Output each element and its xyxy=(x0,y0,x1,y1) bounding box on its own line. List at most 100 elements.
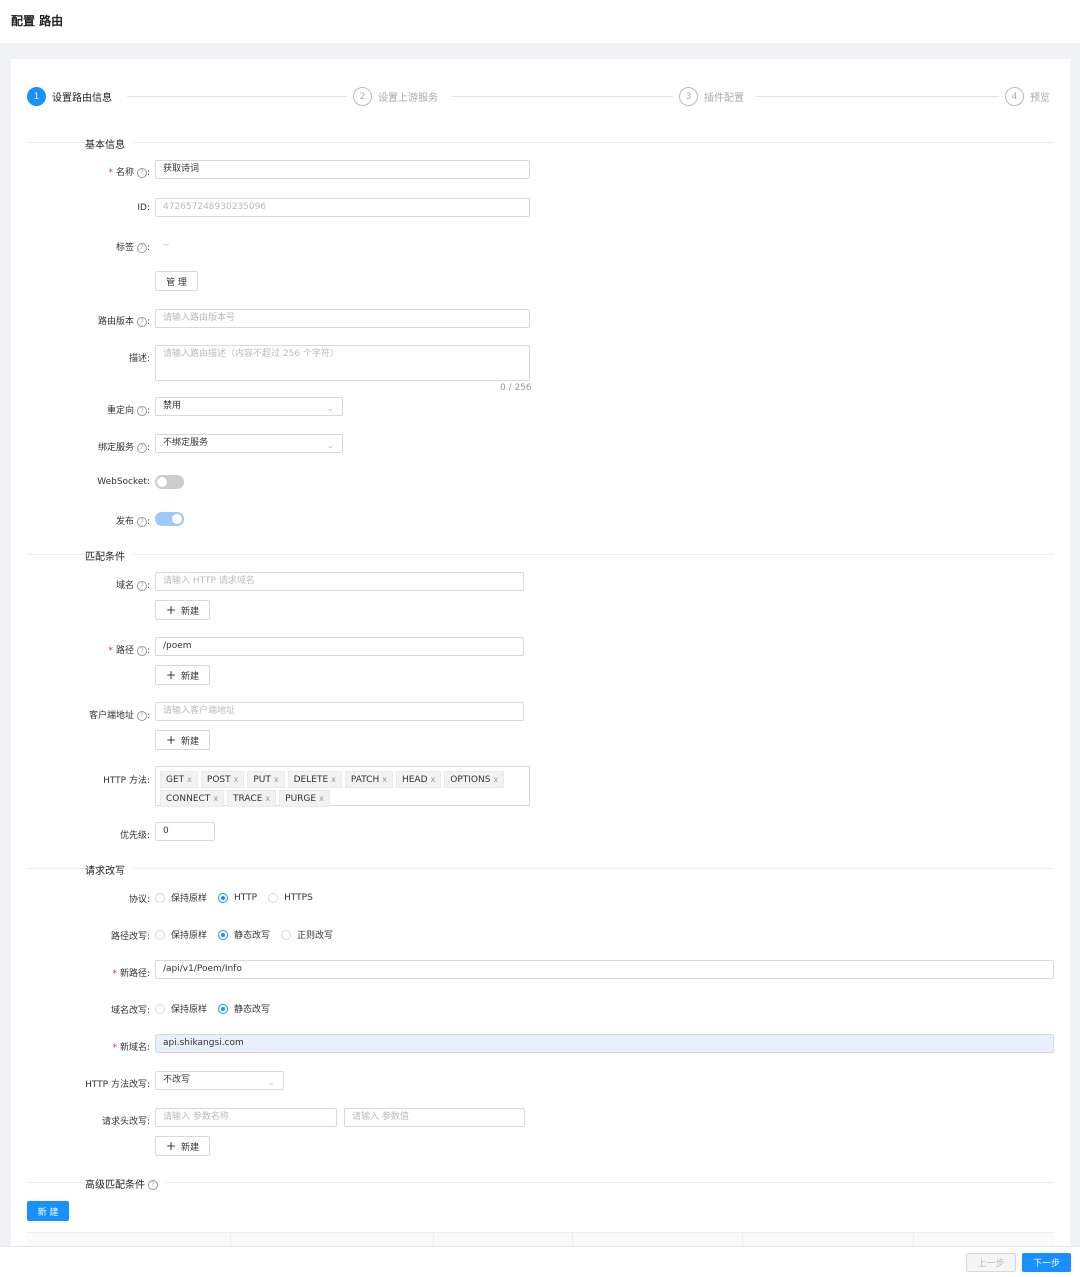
close-icon[interactable]: x xyxy=(382,775,387,784)
close-icon[interactable]: x xyxy=(274,775,279,784)
http-method-tag-label: PUT xyxy=(253,775,271,785)
priority-label: 优先级: xyxy=(119,831,150,841)
labels-label: 标签?: xyxy=(115,242,150,253)
http-method-tag: GET x xyxy=(160,771,198,788)
path-input[interactable]: /poem xyxy=(155,637,524,656)
description-textarea[interactable]: 请输入路由描述（内容不超过 256 个字符） xyxy=(155,345,530,381)
step-1-label: 设置路由信息 xyxy=(52,93,112,104)
host-rewrite-keep-radio[interactable]: 保持原样 xyxy=(155,1002,207,1015)
path-rewrite-radio-group: 保持原样 静态改写 正则改写 xyxy=(155,928,344,941)
websocket-toggle[interactable] xyxy=(155,475,184,489)
add-host-button[interactable]: + 新建 xyxy=(155,600,210,620)
new-host-input[interactable]: api.shikangsi.com xyxy=(155,1034,1054,1053)
step-3[interactable]: 3 插件配置 xyxy=(679,87,744,106)
method-rewrite-select[interactable]: 不改写 ⌄ xyxy=(155,1071,284,1090)
http-method-tag-label: TRACE xyxy=(233,794,263,804)
http-method-tag-label: GET xyxy=(166,775,185,785)
http-method-tag: OPTIONS x xyxy=(444,771,505,788)
path-label: * 路径?: xyxy=(108,645,150,656)
step-2-label: 设置上游服务 xyxy=(378,93,438,104)
host-input[interactable]: 请输入 HTTP 请求域名 xyxy=(155,572,524,591)
previous-step-button[interactable]: 上一步 xyxy=(966,1253,1016,1272)
close-icon[interactable]: x xyxy=(319,794,324,803)
http-methods-label: HTTP 方法: xyxy=(103,776,150,786)
redirect-label: 重定向?: xyxy=(106,405,150,416)
section-basic-info: 基本信息 xyxy=(27,136,1054,151)
plus-icon: + xyxy=(165,1139,177,1153)
host-rewrite-radio-group: 保持原样 静态改写 xyxy=(155,1002,281,1015)
protocol-radio-group: 保持原样 HTTP HTTPS xyxy=(155,891,324,904)
path-rewrite-keep-radio[interactable]: 保持原样 xyxy=(155,928,207,941)
path-rewrite-regex-radio[interactable]: 正则改写 xyxy=(281,928,333,941)
close-icon[interactable]: x xyxy=(234,775,239,784)
help-icon: ? xyxy=(136,710,147,721)
help-icon: ? xyxy=(136,580,147,591)
close-icon[interactable]: x xyxy=(213,794,218,803)
bind-service-select[interactable]: 不绑定服务 ⌄ xyxy=(155,434,343,453)
header-value-input[interactable]: 请输入 参数值 xyxy=(344,1108,525,1127)
add-header-button[interactable]: + 新建 xyxy=(155,1136,210,1156)
priority-input[interactable]: 0 xyxy=(155,822,215,841)
path-rewrite-label: 路径改写: xyxy=(110,932,150,942)
http-method-tag: PATCH x xyxy=(344,771,393,788)
description-label: 描述: xyxy=(128,354,150,364)
section-title: 基本信息 xyxy=(85,136,133,151)
chevron-down-icon: ⌄ xyxy=(267,1078,275,1088)
step-4[interactable]: 4 预览 xyxy=(1005,87,1050,106)
step-4-number: 4 xyxy=(1005,87,1024,106)
http-methods-select[interactable]: GET x POST x PUT x DELETE x PATCH x HEAD x OPTIONS x C… xyxy=(155,766,530,807)
publish-toggle[interactable] xyxy=(155,512,184,526)
protocol-keep-radio[interactable]: 保持原样 xyxy=(155,891,207,904)
add-client-address-button[interactable]: + 新建 xyxy=(155,730,210,750)
version-input[interactable]: 请输入路由版本号 xyxy=(155,309,530,328)
http-method-tag: HEAD x xyxy=(395,771,442,788)
protocol-http-radio[interactable]: HTTP xyxy=(218,892,257,903)
step-1[interactable]: 1 设置路由信息 xyxy=(27,87,112,106)
add-path-button[interactable]: + 新建 xyxy=(155,665,210,685)
http-method-tag-label: PATCH xyxy=(350,775,380,785)
step-2[interactable]: 2 设置上游服务 xyxy=(353,87,438,106)
close-icon[interactable]: x xyxy=(431,775,436,784)
http-method-tag: POST x xyxy=(200,771,245,788)
websocket-label: WebSocket: xyxy=(97,477,150,487)
step-2-number: 2 xyxy=(353,87,372,106)
protocol-https-radio[interactable]: HTTPS xyxy=(268,892,313,903)
http-method-tag-label: POST xyxy=(206,775,231,785)
plus-icon: + xyxy=(165,603,177,617)
path-rewrite-static-radio[interactable]: 静态改写 xyxy=(218,928,270,941)
close-icon[interactable]: x xyxy=(187,775,192,784)
close-icon[interactable]: x xyxy=(331,775,336,784)
header-name-input[interactable]: 请输入 参数名称 xyxy=(155,1108,337,1127)
step-divider xyxy=(127,96,347,97)
help-icon: ? xyxy=(136,405,147,416)
http-method-tag: PUT x xyxy=(247,771,285,788)
help-icon: ? xyxy=(136,442,147,453)
host-rewrite-static-radio[interactable]: 静态改写 xyxy=(218,1002,270,1015)
http-method-tag-label: OPTIONS xyxy=(450,775,491,785)
new-path-label: * 新路径: xyxy=(112,969,150,979)
close-icon[interactable]: x xyxy=(493,775,498,784)
step-4-label: 预览 xyxy=(1030,93,1050,104)
plus-icon: + xyxy=(165,668,177,682)
version-label: 路由版本?: xyxy=(97,316,150,327)
help-icon: ? xyxy=(136,516,147,527)
manage-labels-button[interactable]: 管 理 xyxy=(155,271,198,291)
description-counter: 0 / 256 xyxy=(500,383,532,393)
section-title: 高级匹配条件? xyxy=(85,1176,166,1191)
id-input[interactable]: 472657248930235096 xyxy=(155,198,530,217)
client-address-input[interactable]: 请输入客户端地址 xyxy=(155,702,524,721)
redirect-select[interactable]: 禁用 ⌄ xyxy=(155,397,343,416)
new-path-input[interactable]: /api/v1/Poem/Info xyxy=(155,960,1054,979)
footer-bar: 上一步 下一步 xyxy=(0,1246,1080,1277)
new-advanced-condition-button[interactable]: 新 建 xyxy=(27,1201,69,1221)
chevron-down-icon: ⌄ xyxy=(326,404,334,414)
http-method-tag-label: PURGE xyxy=(285,794,317,804)
http-method-tag: TRACE x xyxy=(227,790,277,807)
step-3-label: 插件配置 xyxy=(704,93,744,104)
name-input[interactable]: 获取诗词 xyxy=(155,160,530,179)
protocol-label: 协议: xyxy=(128,895,150,905)
next-step-button[interactable]: 下一步 xyxy=(1022,1253,1071,1272)
publish-label: 发布?: xyxy=(115,516,150,527)
close-icon[interactable]: x xyxy=(265,794,270,803)
help-icon: ? xyxy=(136,167,147,178)
